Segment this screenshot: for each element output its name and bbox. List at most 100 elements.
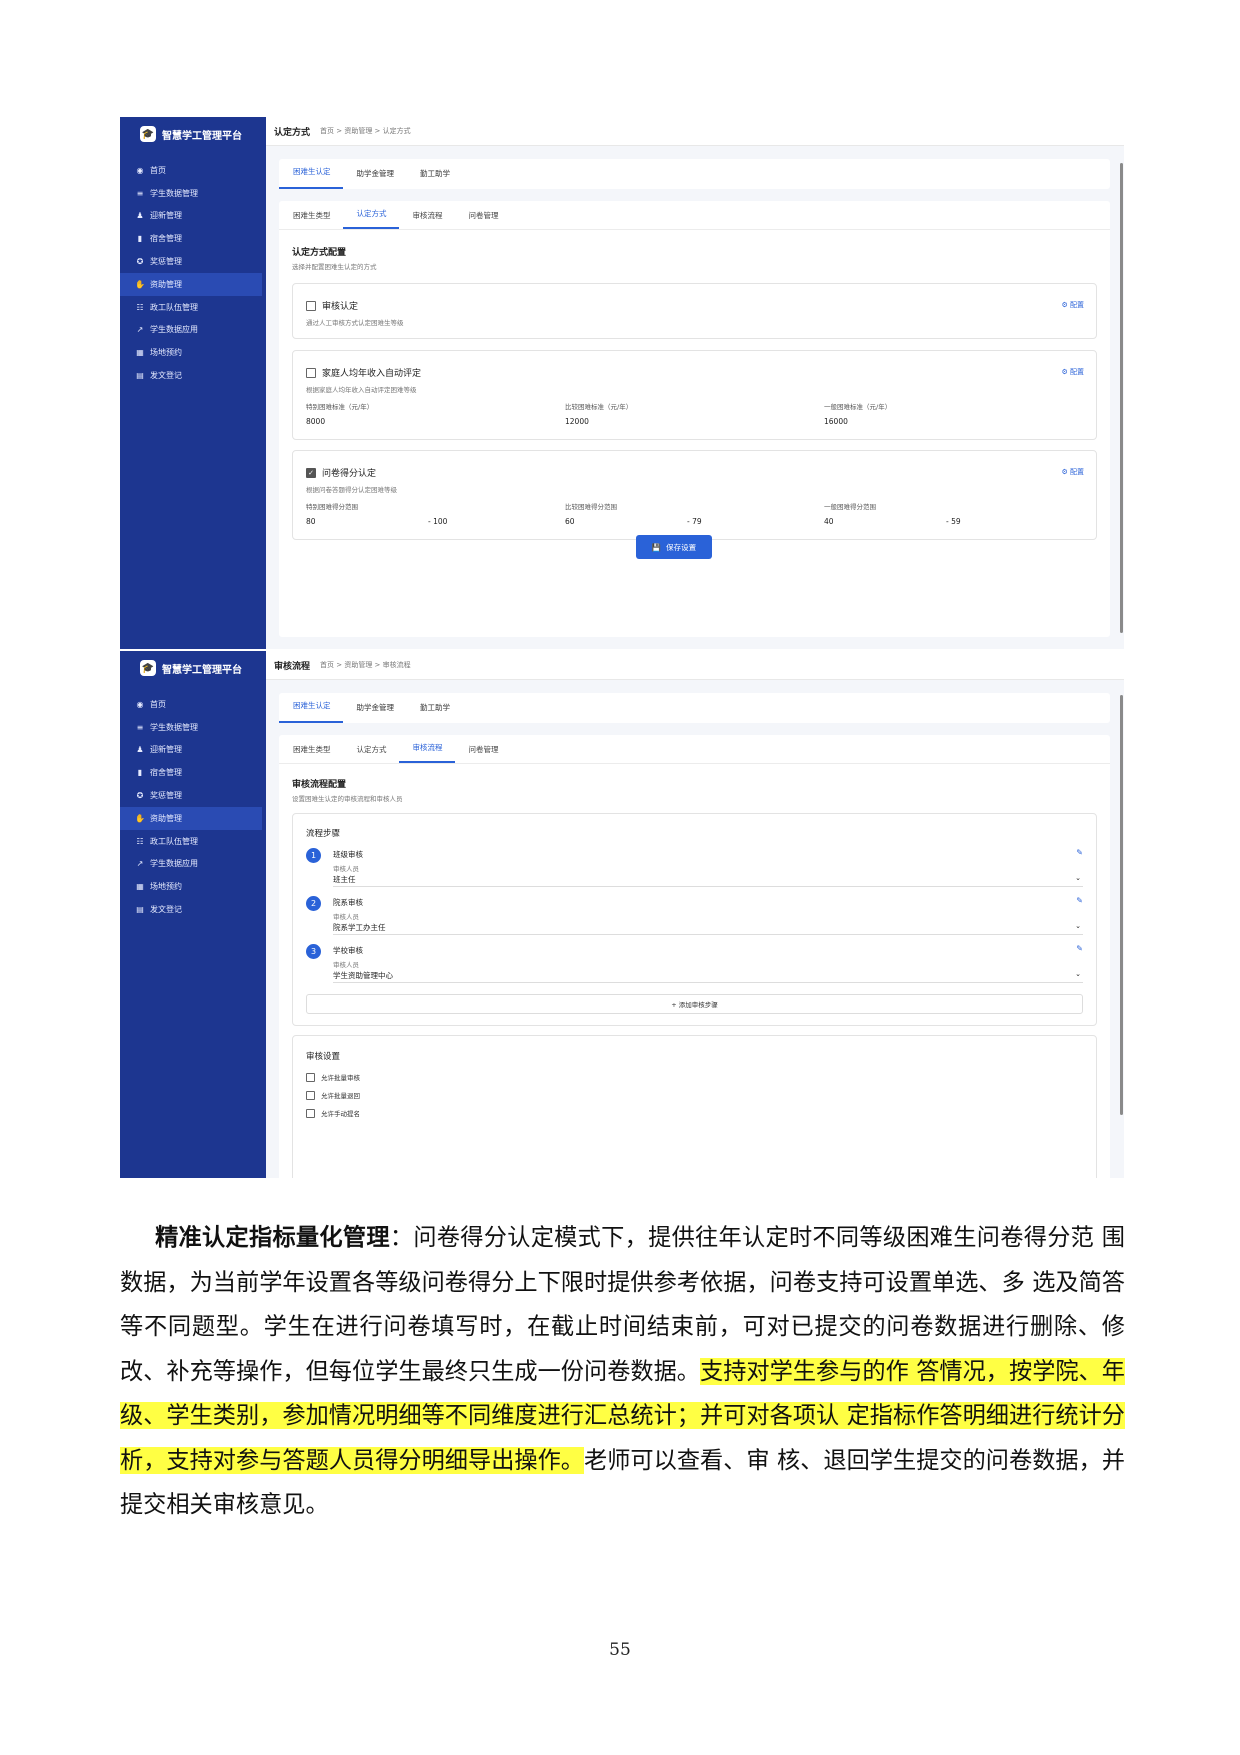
- general-difficulty-input[interactable]: 16000: [824, 417, 1083, 426]
- brand-name: 智慧学工管理平台: [162, 664, 242, 676]
- reviewer-select[interactable]: 院系学工办主任 ⌄: [333, 922, 1083, 935]
- method-checkbox[interactable]: ✓ 问卷得分认定: [306, 466, 376, 479]
- tab-questionnaire[interactable]: 问卷管理: [455, 744, 511, 763]
- tab-method[interactable]: 认定方式: [342, 208, 399, 229]
- body-paragraph: 精准认定指标量化管理：问卷得分认定模式下，提供往年认定时不同等级困难生问卷得分范…: [120, 1216, 1125, 1528]
- tab-questionnaire[interactable]: 问卷管理: [455, 210, 511, 229]
- option-manual-nominate[interactable]: 允许手动提名: [306, 1108, 360, 1118]
- checkbox-checked-icon: ✓: [306, 467, 316, 478]
- checkbox-icon: [306, 1072, 315, 1082]
- config-button[interactable]: ⚙ 配置: [1061, 367, 1084, 377]
- sidebar-item-label: 资助管理: [150, 279, 182, 289]
- sidebar-item-label: 奖惩管理: [150, 257, 182, 267]
- sidebar-item-rewards[interactable]: ✪ 奖惩管理: [120, 250, 262, 273]
- sidebar-item-staff[interactable]: ☷ 政工队伍管理: [120, 830, 262, 853]
- tab-difficult-students[interactable]: 困难生认定: [279, 166, 343, 189]
- sidebar: 🎓 智慧学工管理平台 ◉ 首页 ≡ 学生数据管理 ♟ 迎新管理 ▮ 宿舍管理 ✪ 奖惩管理…: [120, 651, 266, 1178]
- sidebar-item-dorm[interactable]: ▮ 宿舍管理: [120, 761, 262, 784]
- tab-grant[interactable]: 助学金管理: [343, 702, 407, 723]
- sidebar-item-enrollment[interactable]: ♟ 迎新管理: [120, 205, 262, 228]
- tab-method[interactable]: 认定方式: [343, 744, 399, 763]
- save-button[interactable]: 💾 保存设置: [636, 535, 712, 559]
- sidebar-item-aid[interactable]: ✋ 资助管理: [120, 272, 262, 296]
- brand[interactable]: 🎓 智慧学工管理平台: [120, 651, 266, 685]
- scrollbar[interactable]: [1118, 679, 1124, 1178]
- special-difficulty-input[interactable]: 8000: [306, 417, 565, 426]
- sidebar-item-data-app[interactable]: ↗ 学生数据应用: [120, 319, 262, 342]
- sidebar-item-student-data[interactable]: ≡ 学生数据管理: [120, 182, 262, 205]
- tab-difficult-students[interactable]: 困难生认定: [279, 700, 343, 723]
- tab-work-study[interactable]: 勤工助学: [406, 702, 462, 723]
- save-icon: 💾: [651, 542, 662, 552]
- sidebar-item-student-data[interactable]: ≡ 学生数据管理: [120, 716, 262, 739]
- range-min-input[interactable]: 60: [565, 517, 687, 526]
- hand-holding-icon: ✋: [135, 279, 145, 289]
- config-button[interactable]: ⚙ 配置: [1061, 467, 1084, 477]
- sidebar-item-venue[interactable]: ▦ 场地预约: [120, 875, 262, 898]
- scrollbar[interactable]: [1118, 145, 1124, 649]
- sidebar-item-aid[interactable]: ✋ 资助管理: [120, 806, 262, 830]
- range-min-input[interactable]: 80: [306, 517, 428, 526]
- range-max-input[interactable]: - 59: [946, 517, 961, 526]
- breadcrumb[interactable]: 首页 > 资助管理 > 认定方式: [320, 126, 411, 136]
- method-card-manual: 审核认定 ⚙ 配置 通过人工审核方式认定困难生等级: [292, 283, 1097, 339]
- edit-icon[interactable]: ✎: [1076, 944, 1083, 953]
- tab-review-flow[interactable]: 审核流程: [398, 742, 455, 763]
- add-step-button[interactable]: + 添加审核步骤: [306, 994, 1083, 1014]
- tab-student-types[interactable]: 困难生类型: [279, 210, 343, 229]
- sidebar-item-dorm[interactable]: ▮ 宿舍管理: [120, 227, 262, 250]
- reviewer-value: 班主任: [333, 875, 356, 884]
- method-checkbox[interactable]: 审核认定: [306, 299, 358, 312]
- dashboard-icon: ◉: [136, 165, 144, 175]
- breadcrumb[interactable]: 首页 > 资助管理 > 审核流程: [320, 660, 411, 670]
- sidebar-item-label: 宿舍管理: [150, 234, 182, 244]
- chevron-down-icon: ⌄: [1075, 970, 1081, 978]
- config-button[interactable]: ⚙ 配置: [1061, 300, 1084, 310]
- method-checkbox[interactable]: 家庭人均年收入自动评定: [306, 366, 421, 379]
- sidebar-item-label: 奖惩管理: [150, 791, 182, 801]
- relative-difficulty-input[interactable]: 12000: [565, 417, 824, 426]
- sidebar-item-home[interactable]: ◉ 首页: [120, 159, 262, 182]
- medal-icon: ✪: [136, 791, 144, 801]
- top-tabs: 困难生认定 助学金管理 勤工助学: [279, 693, 1110, 723]
- sidebar-item-enrollment[interactable]: ♟ 迎新管理: [120, 739, 262, 762]
- page-title: 审核流程: [274, 661, 311, 672]
- scrollbar-thumb[interactable]: [1120, 695, 1123, 1115]
- tab-grant[interactable]: 助学金管理: [343, 168, 407, 189]
- sidebar-item-label: 场地预约: [150, 882, 182, 892]
- field-label: 比较困难标准（元/年）: [565, 403, 633, 411]
- chevron-down-icon: ⌄: [1075, 922, 1081, 930]
- edit-icon[interactable]: ✎: [1076, 896, 1083, 905]
- sidebar-item-label: 迎新管理: [150, 211, 182, 221]
- scrollbar-thumb[interactable]: [1120, 163, 1123, 633]
- reviewer-select[interactable]: 班主任 ⌄: [333, 874, 1083, 887]
- field-label: 一般困难得分范围: [824, 503, 876, 511]
- building-icon: ▮: [137, 234, 143, 244]
- option-batch-return[interactable]: 允许批量退回: [306, 1090, 360, 1100]
- checkbox-icon: [306, 1090, 315, 1100]
- field-label: 特别困难得分范围: [306, 503, 358, 511]
- brand[interactable]: 🎓 智慧学工管理平台: [120, 117, 266, 151]
- range-max-input[interactable]: - 79: [687, 517, 702, 526]
- reviewer-label: 审核人员: [333, 865, 359, 873]
- sidebar-item-home[interactable]: ◉ 首页: [120, 693, 262, 716]
- sidebar-item-data-app[interactable]: ↗ 学生数据应用: [120, 853, 262, 876]
- field-label: 特别困难标准（元/年）: [306, 403, 374, 411]
- sidebar-item-documents[interactable]: ▤ 发文登记: [120, 898, 262, 921]
- tab-review-flow[interactable]: 审核流程: [399, 210, 455, 229]
- option-batch-review[interactable]: 允许批量审核: [306, 1072, 360, 1082]
- sidebar-item-label: 发文登记: [150, 371, 182, 381]
- method-title: 家庭人均年收入自动评定: [322, 369, 422, 379]
- sidebar-item-documents[interactable]: ▤ 发文登记: [120, 364, 262, 387]
- sidebar-item-rewards[interactable]: ✪ 奖惩管理: [120, 784, 262, 807]
- graduation-cap-icon: 🎓: [140, 126, 156, 142]
- edit-icon[interactable]: ✎: [1076, 848, 1083, 857]
- range-min-input[interactable]: 40: [824, 517, 946, 526]
- reviewer-select[interactable]: 学生资助管理中心 ⌄: [333, 970, 1083, 983]
- range-max-input[interactable]: - 100: [428, 517, 447, 526]
- tab-student-types[interactable]: 困难生类型: [279, 744, 343, 763]
- chart-line-icon: ↗: [136, 325, 144, 335]
- sidebar-item-staff[interactable]: ☷ 政工队伍管理: [120, 296, 262, 319]
- sidebar-item-venue[interactable]: ▦ 场地预约: [120, 341, 262, 364]
- tab-work-study[interactable]: 勤工助学: [406, 168, 462, 189]
